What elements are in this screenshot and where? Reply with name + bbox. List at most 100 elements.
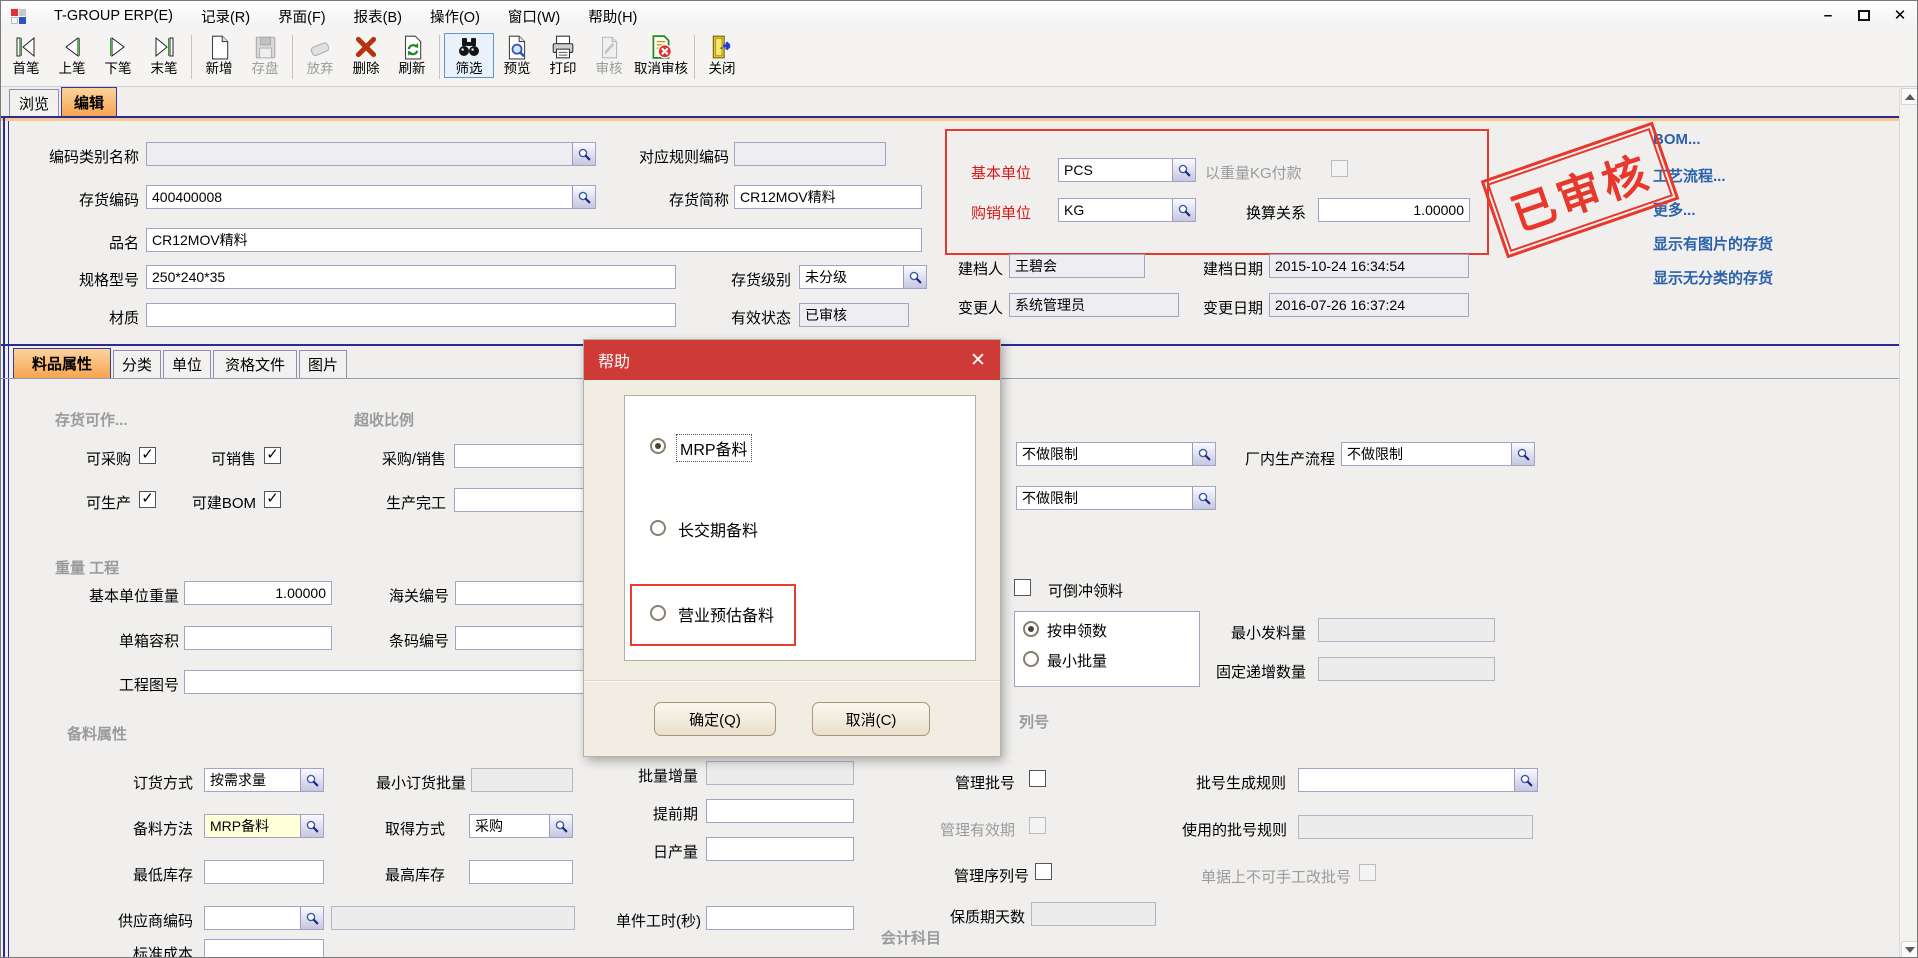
show-unclassified-link[interactable]: 显示无分类的存货: [1653, 267, 1773, 288]
base-unit-field[interactable]: PCS: [1058, 158, 1196, 182]
bomable-checkbox[interactable]: [264, 491, 281, 508]
conversion-label: 换算关系: [1226, 202, 1306, 223]
add-button[interactable]: 新增: [196, 33, 242, 78]
subtab-classification[interactable]: 分类: [113, 350, 161, 378]
option-forecast-label[interactable]: 营业预估备料: [678, 602, 774, 626]
menu-item-help[interactable]: 帮助(H): [574, 2, 651, 31]
lookup-icon[interactable]: [300, 907, 323, 929]
frame-line: [8, 121, 9, 958]
box-volume-field[interactable]: [184, 626, 332, 650]
option-long-lead-radio[interactable]: [650, 520, 666, 536]
minimize-button[interactable]: –: [1817, 5, 1839, 25]
scroll-up-arrow[interactable]: [1901, 88, 1918, 105]
prep-method-field[interactable]: MRP备料: [204, 814, 324, 838]
restriction-b-field[interactable]: 不做限制: [1016, 486, 1216, 510]
batch-rule-field[interactable]: [1298, 768, 1538, 792]
option-mrp-label[interactable]: MRP备料: [676, 434, 752, 462]
menu-item-operate[interactable]: 操作(O): [416, 2, 494, 31]
sellable-checkbox[interactable]: [264, 447, 281, 464]
next-record-button[interactable]: 下笔: [95, 33, 141, 78]
conversion-field[interactable]: 1.00000: [1318, 198, 1470, 222]
daily-output-field[interactable]: [706, 837, 854, 861]
order-mode-field[interactable]: 按需求量: [204, 768, 324, 792]
close-form-button[interactable]: 关闭: [699, 33, 745, 78]
option-forecast-radio[interactable]: [650, 605, 666, 621]
subtab-qualification[interactable]: 资格文件: [213, 350, 297, 378]
factory-flow-field[interactable]: 不做限制: [1341, 442, 1535, 466]
lookup-icon[interactable]: [903, 266, 926, 288]
prev-record-button[interactable]: 上笔: [49, 33, 95, 78]
filter-button[interactable]: 筛选: [444, 33, 494, 78]
unit-hours-field[interactable]: [706, 906, 854, 930]
close-button[interactable]: ✕: [1889, 5, 1911, 25]
std-cost-field[interactable]: [204, 939, 324, 958]
option-mrp-radio[interactable]: [650, 438, 666, 454]
show-with-image-link[interactable]: 显示有图片的存货: [1653, 233, 1773, 254]
min-batch-radio[interactable]: [1023, 651, 1039, 667]
restriction-a-field[interactable]: 不做限制: [1016, 442, 1216, 466]
subtab-item-attributes[interactable]: 料品属性: [13, 348, 111, 378]
lookup-icon[interactable]: [572, 186, 595, 208]
trade-unit-label: 购销单位: [953, 202, 1031, 223]
rule-code-field[interactable]: [734, 142, 886, 166]
ok-button[interactable]: 确定(Q): [654, 702, 776, 736]
code-category-field[interactable]: [146, 142, 596, 166]
shelf-days-field[interactable]: [1031, 902, 1156, 926]
by-request-radio[interactable]: [1023, 621, 1039, 637]
lookup-icon[interactable]: [1192, 487, 1215, 509]
spec-field[interactable]: 250*240*35: [146, 265, 676, 289]
item-abbr-field[interactable]: CR12MOV精料: [734, 185, 922, 209]
last-record-button[interactable]: 末笔: [141, 33, 187, 78]
menu-item-window[interactable]: 窗口(W): [494, 2, 574, 31]
restore-button[interactable]: [1853, 5, 1875, 25]
menu-item-app[interactable]: T-GROUP ERP(E): [40, 4, 187, 28]
cancel-button[interactable]: 取消(C): [812, 702, 930, 736]
max-stock-field[interactable]: [469, 860, 573, 884]
lookup-icon[interactable]: [1172, 199, 1195, 221]
lookup-icon[interactable]: [1192, 443, 1215, 465]
producible-checkbox[interactable]: [139, 491, 156, 508]
supplier-field[interactable]: [204, 906, 324, 930]
scroll-down-arrow[interactable]: [1901, 941, 1918, 958]
tab-edit[interactable]: 编辑: [61, 87, 117, 116]
menu-item-report[interactable]: 报表(B): [340, 2, 416, 31]
delete-button[interactable]: 删除: [343, 33, 389, 78]
app-icon: [11, 9, 26, 24]
menu-item-record[interactable]: 记录(R): [187, 2, 264, 31]
trade-unit-field[interactable]: KG: [1058, 198, 1196, 222]
item-code-field[interactable]: 400400008: [146, 185, 596, 209]
pay-by-weight-checkbox: [1331, 160, 1348, 177]
lookup-icon[interactable]: [572, 143, 595, 165]
lookup-icon[interactable]: [549, 815, 572, 837]
lookup-icon[interactable]: [300, 815, 323, 837]
manage-serial-checkbox[interactable]: [1035, 863, 1052, 880]
cancel-audit-button[interactable]: 取消审核: [632, 33, 690, 78]
preview-button[interactable]: 预览: [494, 33, 540, 78]
material-label: 材质: [11, 307, 139, 328]
first-record-button[interactable]: 首笔: [3, 33, 49, 78]
refresh-button[interactable]: 刷新: [389, 33, 435, 78]
acquire-mode-field[interactable]: 采购: [469, 814, 573, 838]
lead-time-field[interactable]: [706, 799, 854, 823]
vertical-scrollbar[interactable]: [1899, 87, 1918, 958]
print-button[interactable]: 打印: [540, 33, 586, 78]
help-dialog-titlebar[interactable]: 帮助: [584, 340, 1000, 380]
subtab-images[interactable]: 图片: [299, 350, 347, 378]
level-field[interactable]: 未分级: [799, 265, 927, 289]
lookup-icon[interactable]: [1511, 443, 1534, 465]
min-stock-field[interactable]: [204, 860, 324, 884]
option-long-lead-label[interactable]: 长交期备料: [678, 517, 758, 541]
tab-browse[interactable]: 浏览: [9, 89, 59, 116]
subtab-units[interactable]: 单位: [163, 350, 211, 378]
lookup-icon[interactable]: [1514, 769, 1537, 791]
lookup-icon[interactable]: [300, 769, 323, 791]
dialog-close-icon[interactable]: ✕: [966, 348, 990, 372]
lookup-icon[interactable]: [1172, 159, 1195, 181]
backflush-checkbox[interactable]: [1014, 579, 1031, 596]
material-field[interactable]: [146, 303, 676, 327]
menu-item-interface[interactable]: 界面(F): [264, 2, 340, 31]
purchasable-checkbox[interactable]: [139, 447, 156, 464]
base-weight-field[interactable]: 1.00000: [184, 581, 332, 605]
manage-batch-checkbox[interactable]: [1029, 770, 1046, 787]
item-name-field[interactable]: CR12MOV精料: [146, 228, 922, 252]
